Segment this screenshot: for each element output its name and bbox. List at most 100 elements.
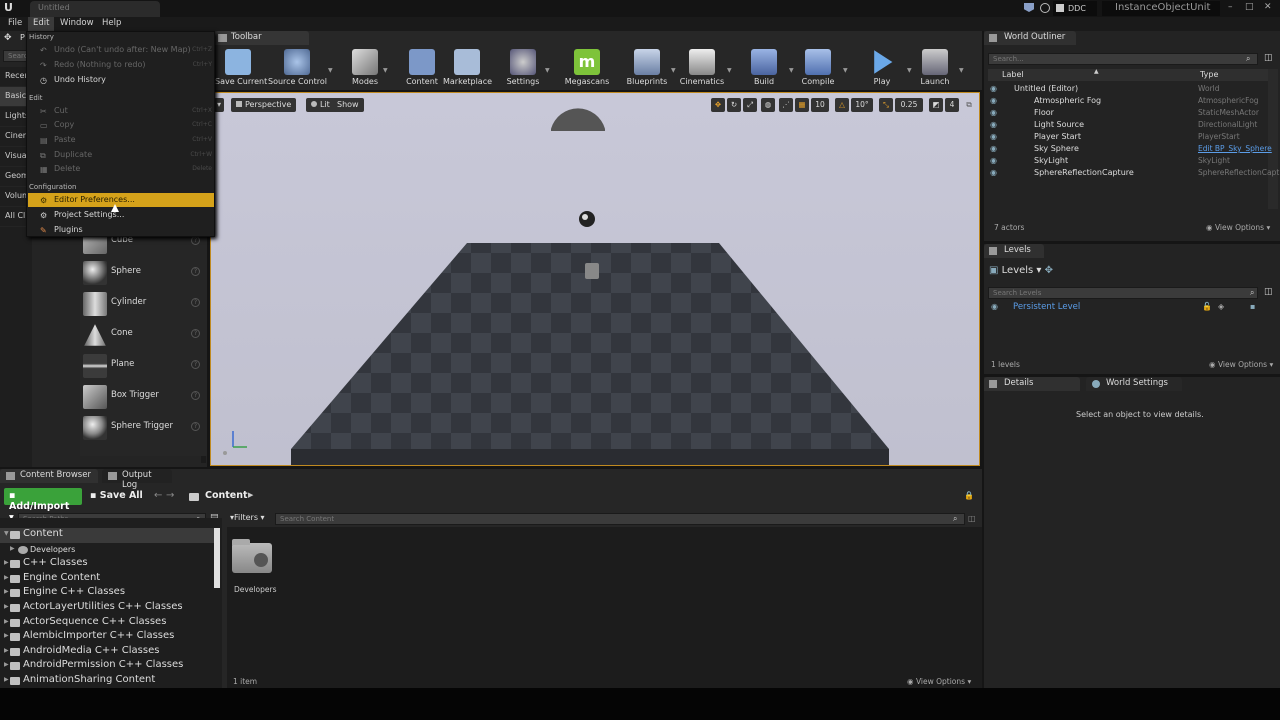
- place-item-sphere-trigger[interactable]: Sphere Trigger?: [80, 412, 207, 443]
- lit-button[interactable]: Lit: [306, 98, 335, 112]
- blueprints-dropdown-icon[interactable]: ▼: [671, 67, 676, 74]
- label-column-header[interactable]: Label: [1002, 70, 1024, 79]
- outliner-search-input[interactable]: Search...: [988, 53, 1258, 65]
- filters-button[interactable]: ▾Filters ▾: [230, 513, 270, 525]
- delete-menu-item[interactable]: ▦ Delete Delete: [28, 162, 214, 176]
- perspective-button[interactable]: Perspective: [231, 98, 297, 112]
- expand-arrow-icon[interactable]: ▶: [4, 588, 9, 595]
- camera-speed-value[interactable]: 4: [945, 98, 959, 112]
- tree-item-actor-layer-utilities[interactable]: ▶ ActorLayerUtilities C++ Classes: [0, 601, 214, 616]
- visibility-eye-icon[interactable]: ◉: [990, 144, 997, 153]
- add-import-button[interactable]: ▪ Add/Import ▾: [4, 488, 82, 523]
- expand-arrow-icon[interactable]: ▶: [4, 618, 9, 625]
- menu-edit[interactable]: Edit: [28, 17, 55, 31]
- expand-arrow-icon[interactable]: ▶: [4, 574, 9, 581]
- forward-arrow-icon[interactable]: →: [166, 490, 174, 501]
- play-button[interactable]: Play: [867, 46, 897, 90]
- place-item-cylinder[interactable]: Cylinder?: [80, 288, 207, 319]
- rotation-snap-value[interactable]: 10°: [851, 98, 873, 112]
- tree-item-alembic-importer[interactable]: ▶ AlembicImporter C++ Classes: [0, 630, 214, 645]
- levels-view-options[interactable]: ◉ View Options ▾: [1209, 360, 1273, 369]
- expand-arrow-icon[interactable]: ▶: [4, 647, 9, 654]
- maximize-button[interactable]: □: [1245, 2, 1257, 12]
- developers-folder-asset[interactable]: [232, 539, 272, 573]
- menu-window[interactable]: Window: [55, 17, 99, 31]
- tree-item-developers[interactable]: ▶ Developers: [0, 543, 214, 558]
- visibility-eye-icon[interactable]: ◉: [990, 96, 997, 105]
- scale-snap-icon[interactable]: ⤡: [879, 98, 893, 112]
- details-tab[interactable]: Details: [984, 377, 1080, 391]
- visibility-eye-icon[interactable]: ◉: [991, 302, 998, 311]
- place-mode-icon[interactable]: ✥: [4, 33, 16, 43]
- tree-item-android-permission[interactable]: ▶ AndroidPermission C++ Classes: [0, 659, 214, 674]
- world-space-icon[interactable]: ◍: [761, 98, 775, 112]
- megascans-button[interactable]: m Megascans: [563, 46, 611, 90]
- levels-dropdown[interactable]: ▣ Levels ▾ ✥: [989, 265, 1053, 276]
- persistent-level-row[interactable]: Persistent Level: [1013, 302, 1080, 312]
- lock-icon[interactable]: 🔒: [964, 491, 974, 500]
- ddc-indicator[interactable]: DDC: [1053, 1, 1097, 16]
- levels-search-input[interactable]: Search Levels: [988, 287, 1258, 299]
- outliner-row-player-start[interactable]: ◉ Player Start PlayerStart: [984, 131, 1280, 143]
- color-icon[interactable]: ◈: [1218, 302, 1224, 311]
- outliner-row-sphere-reflection-capture[interactable]: ◉ SphereReflectionCapture SphereReflection…: [984, 167, 1280, 179]
- minimize-button[interactable]: –: [1228, 2, 1240, 12]
- menu-help[interactable]: Help: [97, 17, 126, 31]
- plugins-menu-item[interactable]: ✎ Plugins: [28, 223, 214, 237]
- expand-arrow-icon[interactable]: ▶: [10, 545, 15, 552]
- path-breadcrumb[interactable]: Content: [205, 490, 248, 501]
- scale-icon[interactable]: ⤢: [743, 98, 757, 112]
- close-button[interactable]: ✕: [1264, 2, 1276, 12]
- tree-scrollbar[interactable]: [214, 528, 220, 588]
- duplicate-menu-item[interactable]: ⧉ Duplicate Ctrl+W: [28, 148, 214, 162]
- rotate-icon[interactable]: ↻: [727, 98, 741, 112]
- grid-snap-value[interactable]: 10: [811, 98, 829, 112]
- launch-dropdown-icon[interactable]: ▼: [959, 67, 964, 74]
- visibility-eye-icon[interactable]: ◉: [990, 84, 997, 93]
- place-item-cone[interactable]: Cone?: [80, 319, 207, 350]
- maximize-viewport-icon[interactable]: ⧉: [963, 98, 975, 112]
- surface-snap-icon[interactable]: ⋰: [779, 98, 793, 112]
- outliner-view-options[interactable]: ◉ View Options ▾: [1206, 223, 1270, 232]
- redo-menu-item[interactable]: ↷ Redo (Nothing to redo) Ctrl+Y: [28, 58, 214, 72]
- build-dropdown-icon[interactable]: ▼: [789, 67, 794, 74]
- save-search-icon[interactable]: ◫: [968, 514, 976, 523]
- blueprints-button[interactable]: Blueprints: [625, 46, 669, 90]
- help-icon[interactable]: ?: [191, 360, 200, 369]
- cinematics-dropdown-icon[interactable]: ▼: [727, 67, 732, 74]
- search-content-input[interactable]: Search Content: [275, 513, 965, 525]
- paste-menu-item[interactable]: ▤ Paste Ctrl+V: [28, 133, 214, 147]
- settings-dropdown-icon[interactable]: ▼: [545, 67, 550, 74]
- help-icon[interactable]: ?: [191, 267, 200, 276]
- scale-snap-value[interactable]: 0.25: [895, 98, 923, 112]
- outliner-row-world[interactable]: ◉ Untitled (Editor) World: [984, 83, 1280, 95]
- lock-icon[interactable]: 🔓: [1202, 302, 1212, 311]
- translate-icon[interactable]: ✥: [711, 98, 725, 112]
- tree-item-content[interactable]: ▼ Content: [0, 528, 214, 543]
- copy-menu-item[interactable]: ▭ Copy Ctrl+C: [28, 118, 214, 132]
- play-dropdown-icon[interactable]: ▼: [907, 67, 912, 74]
- tree-item-engine-cpp-classes[interactable]: ▶ Engine C++ Classes: [0, 586, 214, 601]
- camera-speed-icon[interactable]: ◩: [929, 98, 943, 112]
- outliner-row-floor[interactable]: ◉ Floor StaticMeshActor: [984, 107, 1280, 119]
- content-view-options[interactable]: ◉ View Options ▾: [907, 677, 971, 686]
- back-arrow-icon[interactable]: ←: [154, 490, 162, 501]
- compile-dropdown-icon[interactable]: ▼: [843, 67, 848, 74]
- visibility-eye-icon[interactable]: ◉: [990, 120, 997, 129]
- modes-dropdown-icon[interactable]: ▼: [383, 67, 388, 74]
- cut-menu-item[interactable]: ✂ Cut Ctrl+X: [28, 104, 214, 118]
- visibility-eye-icon[interactable]: ◉: [990, 168, 997, 177]
- launch-button[interactable]: Launch: [915, 46, 955, 90]
- outliner-row-sky-sphere[interactable]: ◉ Sky Sphere Edit BP_Sky_Sphere: [984, 143, 1280, 155]
- expand-arrow-icon[interactable]: ▶: [4, 603, 9, 610]
- modes-button[interactable]: Modes: [347, 46, 383, 90]
- save-current-button[interactable]: Save Current: [215, 46, 267, 90]
- edit-blueprint-link[interactable]: Edit BP_Sky_Sphere: [1198, 144, 1280, 153]
- sky-sphere-gizmo[interactable]: [551, 108, 605, 131]
- place-search-input[interactable]: Search: [3, 50, 32, 62]
- project-settings-menu-item[interactable]: ⚙ Project Settings...: [28, 208, 214, 222]
- source-control-button[interactable]: Source Control: [268, 46, 327, 90]
- tree-item-engine-content[interactable]: ▶ Engine Content: [0, 572, 214, 587]
- grid-snap-icon[interactable]: ▦: [795, 98, 809, 112]
- undo-menu-item[interactable]: ↶ Undo (Can't undo after: New Map) Ctrl+Z: [28, 43, 214, 57]
